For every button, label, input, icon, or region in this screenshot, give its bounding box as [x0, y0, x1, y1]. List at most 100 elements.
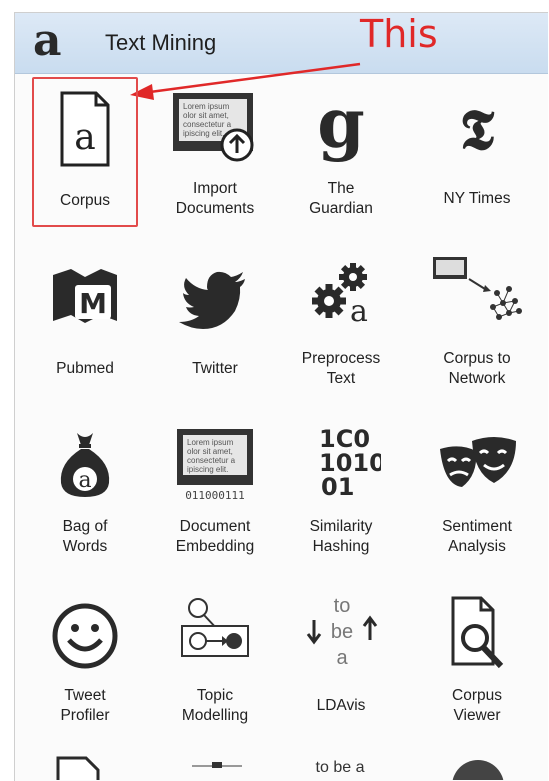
- widget-label: LDAvis: [288, 696, 394, 716]
- widget-ny-times[interactable]: 𝕿 NY Times: [424, 77, 530, 227]
- widget-label-line: Document: [179, 518, 251, 535]
- svg-text:011000111: 011000111: [185, 489, 245, 502]
- widget-label-line: The: [327, 180, 355, 197]
- svg-text:consectetur a: consectetur a: [183, 120, 232, 129]
- guardian-icon: g: [288, 85, 394, 170]
- widget-ldavis[interactable]: to be a LDAvis: [288, 584, 394, 734]
- partial-text: to be a: [316, 759, 365, 776]
- widget-label-line: Corpus: [452, 687, 502, 704]
- widget-document-embedding[interactable]: Lorem ipsum olor sit amet, consectetur a ip…: [162, 415, 268, 565]
- widget-label-line: LDAvis: [316, 697, 366, 714]
- widget-label-line: Preprocess: [301, 350, 381, 367]
- widget-label-line: Documents: [175, 200, 255, 217]
- partial-widget-row: to be a: [0, 752, 549, 780]
- corpus-viewer-icon: [424, 592, 530, 677]
- widget-label-line: Twitter: [192, 360, 238, 377]
- svg-text:a: a: [350, 294, 368, 329]
- widget-import-documents[interactable]: Lorem ipsum olor sit amet, consectetur a ip…: [162, 77, 268, 227]
- svg-text:Lorem ipsum: Lorem ipsum: [187, 438, 234, 447]
- svg-text:M: M: [79, 287, 107, 320]
- widget-label: Topic Modelling: [162, 686, 268, 726]
- twitter-icon: [162, 255, 268, 340]
- widget-pubmed[interactable]: M Pubmed: [32, 247, 138, 397]
- topic-modelling-icon: [162, 592, 268, 677]
- widget-label-line: Analysis: [448, 538, 506, 555]
- widget-label: The Guardian: [288, 179, 394, 219]
- widget-label-line: NY Times: [443, 190, 511, 207]
- widget-label-line: Topic: [196, 687, 234, 704]
- widget-label-line: Viewer: [453, 707, 501, 724]
- widget-sentiment-analysis[interactable]: Sentiment Analysis: [424, 415, 530, 565]
- pubmed-icon: M: [32, 255, 138, 340]
- preprocess-icon: a: [288, 255, 394, 340]
- widget-similarity-hashing[interactable]: 1C0 1010 01 Similarity Hashing: [288, 415, 394, 565]
- widget-label: Import Documents: [162, 179, 268, 219]
- widget-label-line: Profiler: [60, 707, 110, 724]
- document-embedding-icon: Lorem ipsum olor sit amet, consectetur a ip…: [162, 423, 268, 508]
- widget-label: Preprocess Text: [288, 349, 394, 389]
- widget-corpus-network[interactable]: Corpus to Network: [424, 247, 530, 397]
- svg-text:a: a: [74, 117, 95, 158]
- widget-preprocess[interactable]: a Preprocess Text: [288, 247, 394, 397]
- bag-of-words-icon: a: [32, 423, 138, 508]
- widget-label: Pubmed: [32, 359, 138, 379]
- widget-label: Tweet Profiler: [32, 686, 138, 726]
- ldavis-icon: to be a: [288, 592, 394, 677]
- category-header[interactable]: a Text Mining: [15, 13, 548, 74]
- svg-text:consectetur a: consectetur a: [187, 456, 236, 465]
- import-documents-icon: Lorem ipsum olor sit amet, consectetur a ip…: [162, 85, 268, 170]
- annotation-label: This: [360, 12, 438, 56]
- widget-twitter[interactable]: Twitter: [162, 247, 268, 397]
- widget-label: Corpus: [34, 191, 136, 211]
- widget-label-line: Pubmed: [56, 360, 114, 377]
- widget-label: Corpus Viewer: [424, 686, 530, 726]
- widget-label: Bag of Words: [32, 517, 138, 557]
- svg-text:ipiscing elit.: ipiscing elit.: [187, 465, 228, 474]
- svg-text:01: 01: [321, 473, 354, 501]
- svg-text:olor sit amet,: olor sit amet,: [187, 447, 233, 456]
- sentiment-analysis-icon: [424, 423, 530, 508]
- widget-guardian[interactable]: g The Guardian: [288, 77, 394, 227]
- svg-text:to: to: [334, 595, 351, 617]
- svg-text:be: be: [331, 621, 353, 643]
- widget-label-line: Corpus to: [443, 350, 511, 367]
- widget-label: Document Embedding: [162, 517, 268, 557]
- widget-label-line: Guardian: [309, 200, 373, 217]
- widget-topic-modelling[interactable]: Topic Modelling: [162, 584, 268, 734]
- svg-text:g: g: [317, 85, 365, 164]
- widget-label: Similarity Hashing: [288, 517, 394, 557]
- svg-text:Lorem ipsum: Lorem ipsum: [183, 102, 230, 111]
- widget-label-line: Tweet: [64, 687, 106, 704]
- widget-label: Sentiment Analysis: [424, 517, 530, 557]
- widget-label-line: Modelling: [181, 707, 249, 724]
- tweet-profiler-icon: [32, 592, 138, 677]
- svg-text:𝕿: 𝕿: [460, 97, 495, 163]
- similarity-hashing-icon: 1C0 1010 01: [288, 423, 394, 508]
- svg-text:olor sit amet,: olor sit amet,: [183, 111, 229, 120]
- widget-label-line: Sentiment: [442, 518, 512, 535]
- widget-label-line: Hashing: [312, 538, 370, 555]
- widget-corpus-viewer[interactable]: Corpus Viewer: [424, 584, 530, 734]
- widget-label-line: Embedding: [175, 538, 255, 555]
- widget-label-line: Text: [326, 370, 356, 387]
- widget-bag-of-words[interactable]: a Bag of Words: [32, 415, 138, 565]
- widget-corpus[interactable]: a Corpus: [32, 77, 138, 227]
- widget-label: Twitter: [162, 359, 268, 379]
- svg-text:a: a: [78, 468, 91, 493]
- widget-label: Corpus to Network: [424, 349, 530, 389]
- widget-label-line: Import: [193, 180, 237, 197]
- text-mining-logo-icon: a: [33, 15, 62, 66]
- ny-times-icon: 𝕿: [424, 85, 530, 170]
- corpus-icon: a: [34, 87, 136, 172]
- corpus-network-icon: [424, 255, 530, 340]
- svg-text:ipiscing elit.: ipiscing elit.: [183, 129, 224, 138]
- widget-tweet-profiler[interactable]: Tweet Profiler: [32, 584, 138, 734]
- widget-label-line: Corpus: [60, 192, 110, 209]
- widget-label-line: Words: [62, 538, 108, 555]
- widget-label-line: Similarity: [309, 518, 373, 535]
- widget-label-line: Network: [448, 370, 506, 387]
- svg-text:a: a: [336, 647, 348, 669]
- widget-label-line: Bag of: [62, 518, 108, 535]
- category-title: Text Mining: [105, 30, 217, 55]
- widget-label: NY Times: [424, 189, 530, 209]
